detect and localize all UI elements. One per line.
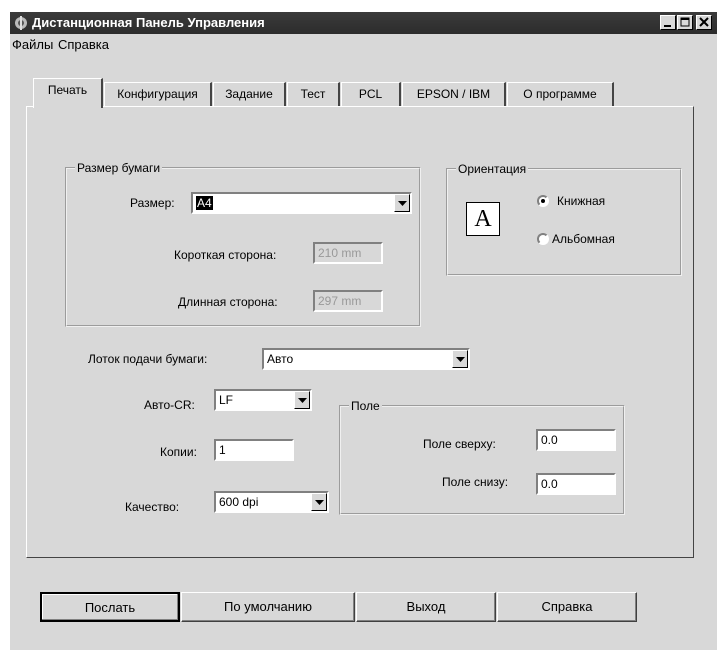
margin-bottom-label: Поле снизу: — [442, 475, 509, 489]
quality-select[interactable]: 600 dpi — [214, 491, 329, 513]
tab-job[interactable]: Задание — [213, 82, 286, 106]
close-button[interactable] — [696, 15, 712, 30]
minimize-icon — [664, 25, 671, 27]
copies-input[interactable]: 1 — [214, 439, 294, 461]
size-label: Размер: — [130, 196, 175, 210]
maximize-icon — [680, 17, 690, 27]
margins-legend: Поле — [349, 399, 382, 413]
margin-bottom-input[interactable]: 0.0 — [536, 473, 616, 495]
quality-label: Качество: — [125, 500, 180, 514]
maximize-button[interactable] — [677, 15, 693, 30]
close-icon — [699, 17, 709, 27]
tab-pcl[interactable]: PCL — [341, 82, 401, 106]
menu-files[interactable]: Файлы — [12, 37, 53, 52]
margins-group: Поле — [339, 399, 625, 515]
auto-cr-dropdown-button[interactable] — [294, 391, 310, 409]
chevron-down-icon — [315, 500, 324, 505]
chevron-down-icon — [456, 357, 465, 362]
paper-tray-value: Авто — [267, 352, 294, 366]
landscape-radio[interactable] — [537, 233, 549, 245]
short-side-label: Короткая сторона: — [174, 248, 277, 262]
margin-top-label: Поле сверху: — [423, 437, 496, 451]
margin-top-input[interactable]: 0.0 — [536, 429, 616, 451]
auto-cr-label: Авто-CR: — [144, 398, 195, 412]
paper-tray-select[interactable]: Авто — [262, 348, 470, 370]
orientation-preview-icon: A — [466, 202, 500, 236]
long-side-field: 297 mm — [313, 290, 383, 312]
paper-tray-dropdown-button[interactable] — [452, 350, 468, 368]
paper-tray-label: Лоток подачи бумаги: — [88, 352, 208, 366]
short-side-field: 210 mm — [313, 242, 383, 264]
send-button[interactable]: Послать — [40, 592, 180, 622]
menu-bar: Файлы Справка — [10, 34, 717, 54]
minimize-button[interactable] — [660, 15, 676, 30]
tab-print[interactable]: Печать — [33, 78, 103, 108]
title-bar[interactable]: Дистанционная Панель Управления — [10, 12, 717, 34]
tab-about[interactable]: О программе — [507, 82, 614, 106]
app-icon — [15, 16, 27, 30]
portrait-radio[interactable] — [537, 195, 549, 207]
exit-button[interactable]: Выход — [356, 592, 496, 622]
size-dropdown-button[interactable] — [394, 194, 410, 212]
landscape-label[interactable]: Альбомная — [552, 232, 615, 246]
paper-size-legend: Размер бумаги — [75, 161, 163, 175]
auto-cr-select[interactable]: LF — [214, 389, 312, 411]
quality-dropdown-button[interactable] — [311, 493, 327, 511]
tab-configuration[interactable]: Конфигурация — [104, 82, 212, 106]
long-side-label: Длинная сторона: — [178, 295, 278, 309]
orientation-legend: Ориентация — [456, 162, 529, 176]
copies-label: Копии: — [160, 445, 197, 459]
window-title: Дистанционная Панель Управления — [32, 15, 265, 30]
chevron-down-icon — [298, 398, 307, 403]
size-select[interactable]: A4 — [191, 192, 412, 214]
chevron-down-icon — [398, 201, 407, 206]
portrait-label[interactable]: Книжная — [557, 194, 605, 208]
defaults-button[interactable]: По умолчанию — [181, 592, 355, 622]
help-button[interactable]: Справка — [497, 592, 637, 622]
menu-help[interactable]: Справка — [58, 37, 109, 52]
tab-test[interactable]: Тест — [287, 82, 340, 106]
tab-epson-ibm[interactable]: EPSON / IBM — [402, 82, 506, 106]
auto-cr-value: LF — [219, 393, 234, 407]
quality-value: 600 dpi — [219, 495, 259, 509]
size-value: A4 — [196, 196, 213, 210]
